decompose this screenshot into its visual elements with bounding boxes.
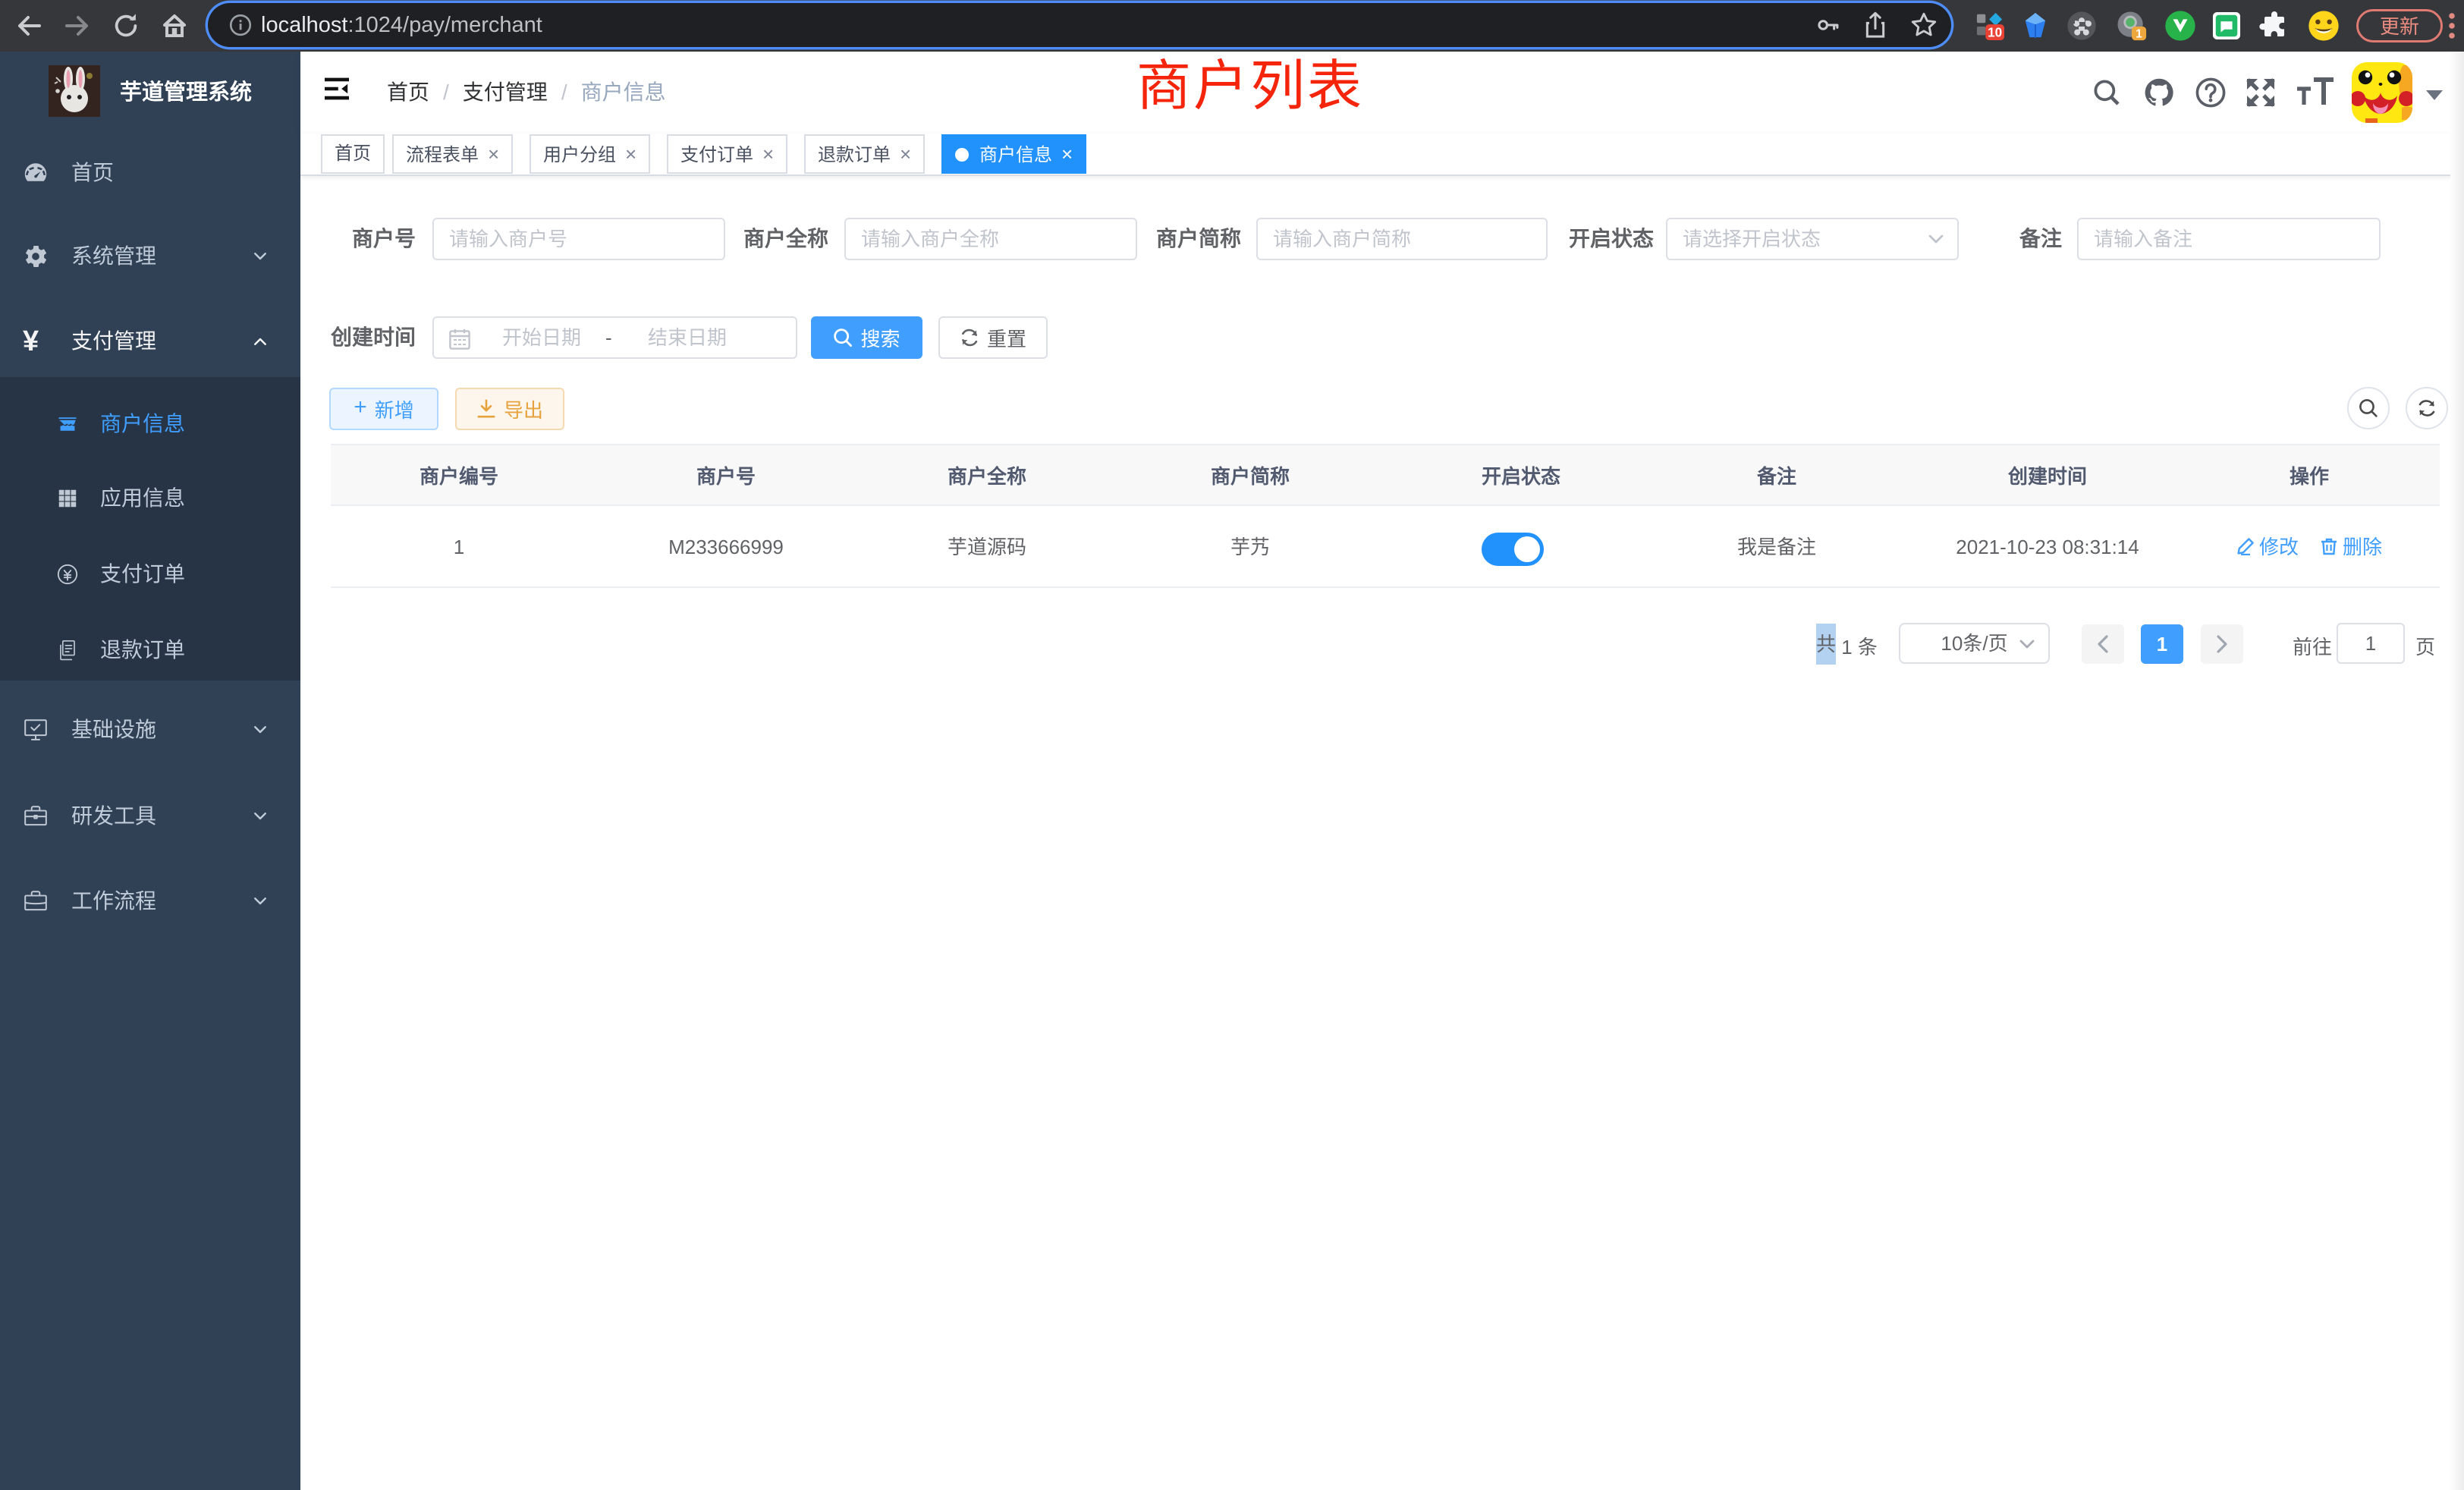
svg-text:1: 1 (2136, 28, 2142, 41)
svg-text:10: 10 (1988, 25, 2002, 39)
